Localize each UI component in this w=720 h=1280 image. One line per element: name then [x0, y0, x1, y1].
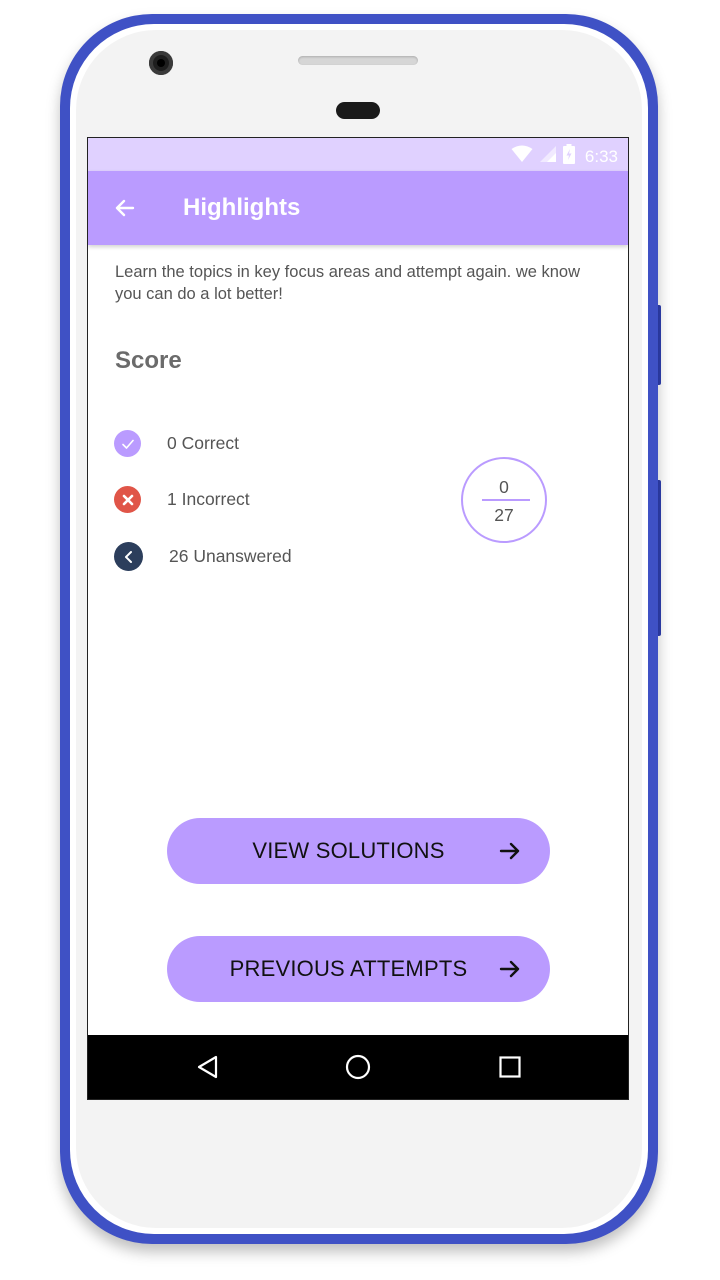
chevron-left-circle-icon [114, 542, 143, 571]
status-bar: 6:33 [88, 138, 628, 171]
score-fraction-circle: 0 27 [461, 457, 547, 543]
back-triangle-icon [197, 1055, 218, 1079]
score-row-unanswered: 26 Unanswered [114, 542, 292, 571]
previous-attempts-label: PREVIOUS ATTEMPTS [229, 956, 468, 981]
system-nav-bar [88, 1035, 628, 1099]
home-circle-icon [345, 1054, 371, 1080]
front-camera [149, 51, 173, 75]
unanswered-count: 26 Unanswered [169, 546, 292, 566]
nav-back-button[interactable] [193, 1052, 223, 1082]
incorrect-count: 1 Incorrect [167, 489, 250, 509]
score-numerator: 0 [499, 477, 509, 497]
nav-home-button[interactable] [343, 1052, 373, 1082]
nav-recents-button[interactable] [495, 1052, 525, 1082]
score-row-correct: 0 Correct [114, 430, 239, 457]
arrow-forward-icon [499, 842, 520, 860]
check-circle-icon [114, 430, 141, 457]
score-denominator: 27 [494, 505, 514, 525]
front-sensor [336, 102, 380, 119]
phone-screen: 6:33 Highlights Learn the topics in key … [87, 137, 629, 1100]
score-heading: Score [115, 347, 182, 374]
back-button[interactable] [106, 189, 144, 227]
fraction-divider [482, 499, 530, 501]
battery-icon [562, 144, 575, 169]
status-time: 6:33 [584, 146, 618, 166]
previous-attempts-button[interactable]: PREVIOUS ATTEMPTS [167, 936, 550, 1002]
intro-text: Learn the topics in key focus areas and … [115, 263, 581, 303]
recents-square-icon [499, 1056, 521, 1078]
earpiece-speaker [298, 56, 418, 65]
arrow-back-icon [115, 199, 135, 217]
correct-count: 0 Correct [167, 433, 239, 453]
wifi-icon [511, 145, 533, 168]
page-title: Highlights [183, 194, 301, 221]
app-bar: Highlights [88, 171, 628, 245]
view-solutions-button[interactable]: VIEW SOLUTIONS [167, 818, 550, 884]
arrow-forward-icon [499, 960, 520, 978]
cell-signal-icon [539, 145, 557, 168]
device-mockup: 6:33 Highlights Learn the topics in key … [0, 0, 720, 1280]
score-row-incorrect: 1 Incorrect [114, 486, 250, 513]
view-solutions-label: VIEW SOLUTIONS [252, 838, 445, 863]
cross-circle-icon [114, 486, 141, 513]
status-icons: 6:33 [511, 144, 618, 169]
